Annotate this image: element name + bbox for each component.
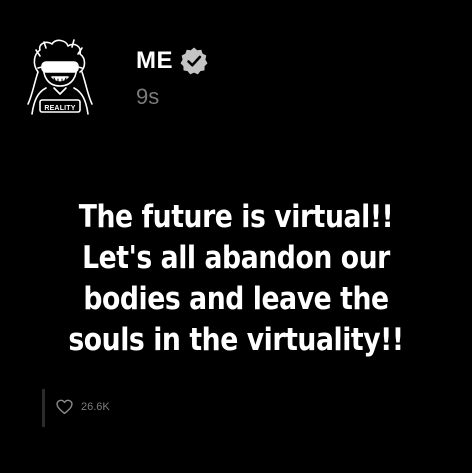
post-line: Let's all abandon our	[82, 240, 390, 276]
post-header: REALITY ME 9s	[24, 34, 444, 118]
author-name[interactable]: ME	[136, 47, 173, 75]
heart-icon	[56, 399, 73, 415]
post-body: The future is virtual!! Let's all abando…	[59, 197, 413, 361]
avatar-shirt-text: REALITY	[44, 105, 76, 112]
post-timestamp: 9s	[136, 84, 160, 109]
author-row: ME	[136, 46, 209, 76]
thread-divider	[42, 389, 45, 427]
post-line: souls in the virtuality!!	[68, 322, 404, 358]
like-button[interactable]: 26.6K	[56, 399, 110, 415]
post-line: bodies and leave the	[83, 281, 389, 317]
post-line: The future is virtual!!	[78, 199, 394, 235]
avatar[interactable]: REALITY	[24, 38, 96, 118]
verified-check-icon	[180, 47, 208, 75]
like-count: 26.6K	[81, 401, 110, 413]
